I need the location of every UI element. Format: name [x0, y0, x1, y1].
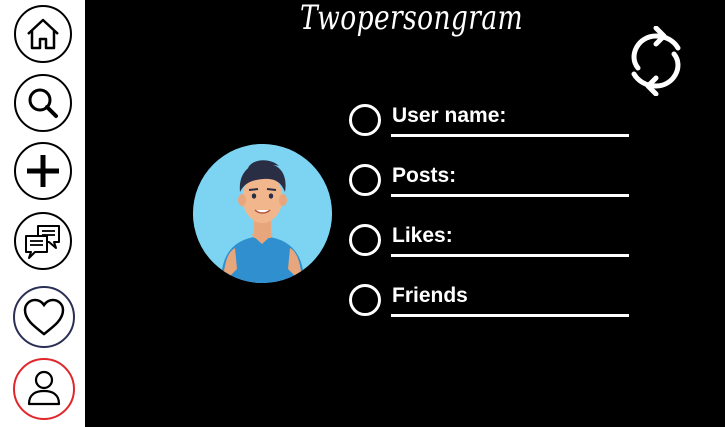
- home-button[interactable]: [14, 5, 72, 63]
- refresh-icon: [631, 25, 681, 97]
- user-icon: [27, 370, 61, 406]
- username-underline: [391, 134, 629, 137]
- search-button[interactable]: [14, 74, 72, 132]
- likes-button[interactable]: [13, 286, 75, 348]
- refresh-button[interactable]: [624, 25, 688, 97]
- username-radio[interactable]: [349, 104, 381, 136]
- app-title: Twopersongram: [300, 0, 524, 38]
- friends-underline: [391, 314, 629, 317]
- home-icon: [27, 18, 59, 50]
- likes-field: Likes:: [349, 218, 631, 258]
- likes-label: Likes:: [392, 224, 453, 247]
- add-post-button[interactable]: [14, 142, 72, 200]
- messages-button[interactable]: [14, 212, 72, 270]
- posts-label: Posts:: [392, 164, 457, 187]
- chat-icon: [25, 225, 60, 259]
- friends-label: Friends: [392, 284, 468, 307]
- posts-underline: [391, 194, 629, 197]
- profile-button[interactable]: [13, 358, 75, 420]
- sidebar-nav: [0, 0, 85, 427]
- posts-field: Posts:: [349, 158, 631, 198]
- search-icon: [28, 88, 58, 118]
- plus-icon: [27, 155, 59, 187]
- friends-radio[interactable]: [349, 284, 381, 316]
- likes-radio[interactable]: [349, 224, 381, 256]
- profile-avatar: [193, 144, 332, 283]
- person-avatar-icon: [193, 144, 332, 283]
- posts-radio[interactable]: [349, 164, 381, 196]
- username-field: User name:: [349, 98, 631, 138]
- likes-underline: [391, 254, 629, 257]
- heart-icon: [23, 298, 65, 336]
- username-label: User name:: [392, 104, 507, 127]
- friends-field: Friends: [349, 278, 631, 318]
